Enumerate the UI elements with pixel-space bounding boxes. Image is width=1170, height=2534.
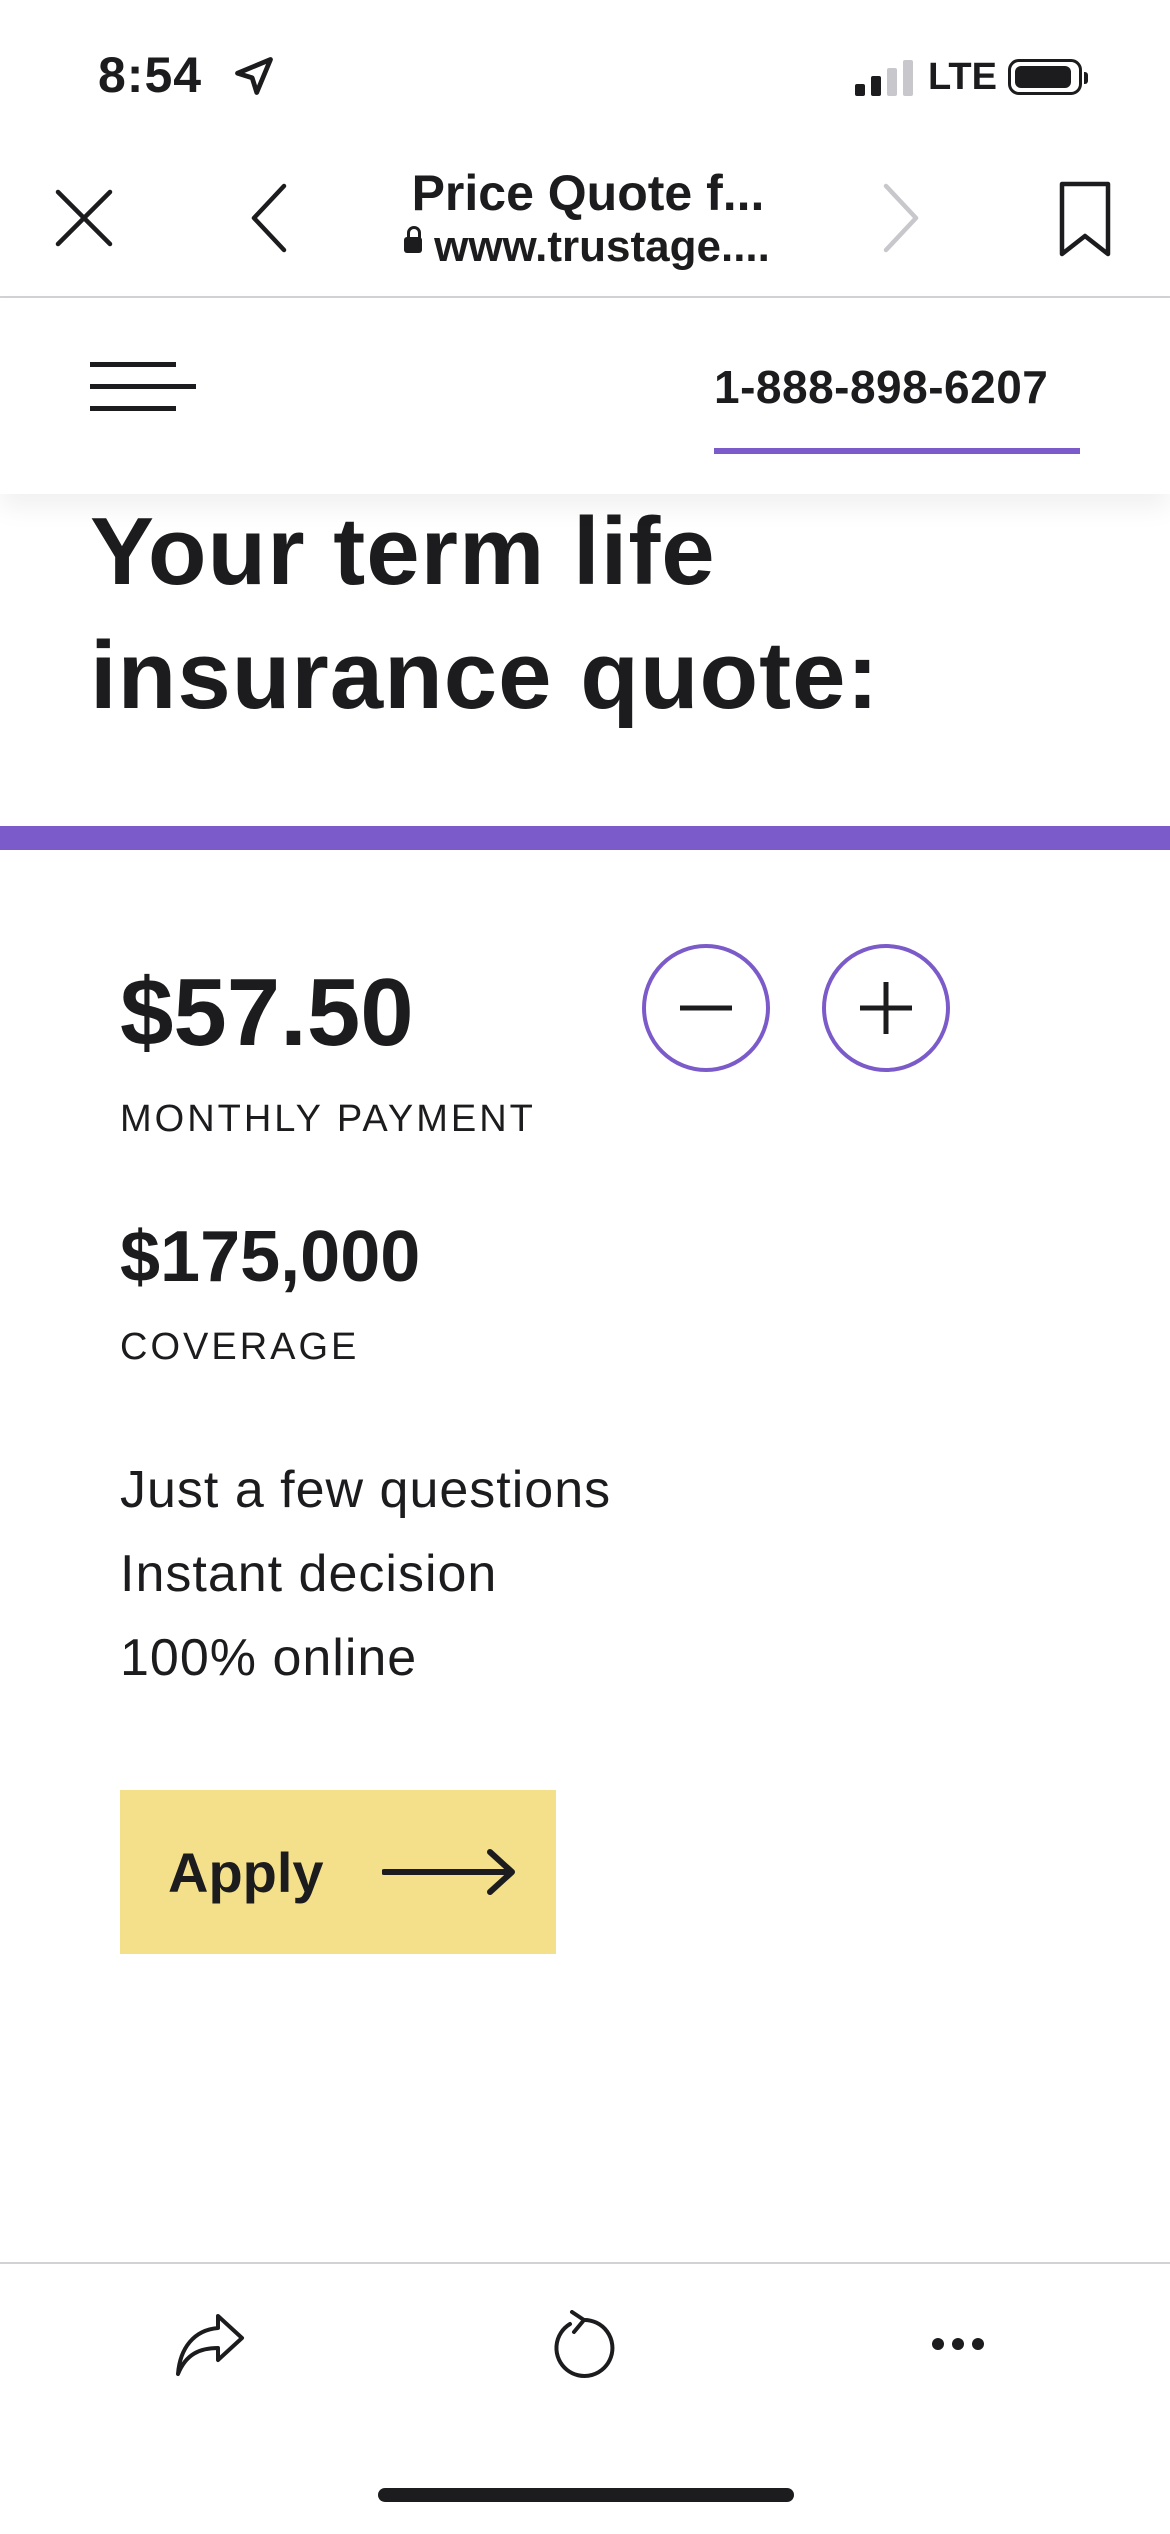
home-indicator bbox=[378, 2488, 794, 2502]
reload-icon[interactable] bbox=[548, 2310, 620, 2382]
plus-icon bbox=[860, 982, 912, 1034]
decrease-coverage-button[interactable] bbox=[642, 944, 770, 1072]
signal-icon bbox=[855, 60, 913, 96]
page-title: Price Quote f... bbox=[411, 165, 765, 221]
arrow-right-icon bbox=[381, 1849, 515, 1895]
close-icon[interactable] bbox=[52, 186, 116, 250]
quote-headline: Your term life insurance quote: bbox=[90, 490, 1090, 738]
feature-item: Instant decision bbox=[120, 1545, 498, 1603]
monthly-payment-label: MONTHLY PAYMENT bbox=[120, 1098, 536, 1140]
increase-coverage-button[interactable] bbox=[822, 944, 950, 1072]
bookmark-icon[interactable] bbox=[1058, 180, 1112, 258]
apply-button[interactable]: Apply bbox=[120, 1790, 556, 1954]
battery-icon bbox=[1008, 59, 1088, 95]
url-text: www.trustage.... bbox=[434, 222, 770, 271]
phone-link[interactable]: 1-888-898-6207 bbox=[714, 360, 1048, 414]
share-icon[interactable] bbox=[172, 2310, 248, 2380]
location-arrow-icon bbox=[235, 57, 273, 95]
minus-icon bbox=[680, 1005, 732, 1011]
network-type: LTE bbox=[928, 56, 997, 98]
feature-item: Just a few questions bbox=[120, 1461, 612, 1519]
url-label[interactable]: www.trustage.... bbox=[372, 222, 802, 272]
feature-item: 100% online bbox=[120, 1629, 418, 1687]
back-icon[interactable] bbox=[244, 180, 294, 256]
accent-divider bbox=[0, 826, 1170, 850]
headline-line-1: Your term life bbox=[90, 498, 716, 605]
apply-button-label: Apply bbox=[168, 1840, 324, 1904]
more-icon[interactable] bbox=[930, 2334, 986, 2354]
status-time: 8:54 bbox=[98, 47, 203, 103]
feature-list: Just a few questions Instant decision 10… bbox=[120, 1448, 611, 1700]
coverage-label: COVERAGE bbox=[120, 1326, 360, 1368]
lock-icon bbox=[404, 226, 423, 254]
monthly-payment-value: $57.50 bbox=[120, 959, 414, 1066]
forward-icon[interactable] bbox=[876, 180, 926, 256]
coverage-value: $175,000 bbox=[120, 1217, 421, 1297]
headline-line-2: insurance quote: bbox=[90, 622, 880, 729]
phone-underline bbox=[714, 448, 1080, 454]
hamburger-menu-icon[interactable] bbox=[90, 362, 196, 414]
